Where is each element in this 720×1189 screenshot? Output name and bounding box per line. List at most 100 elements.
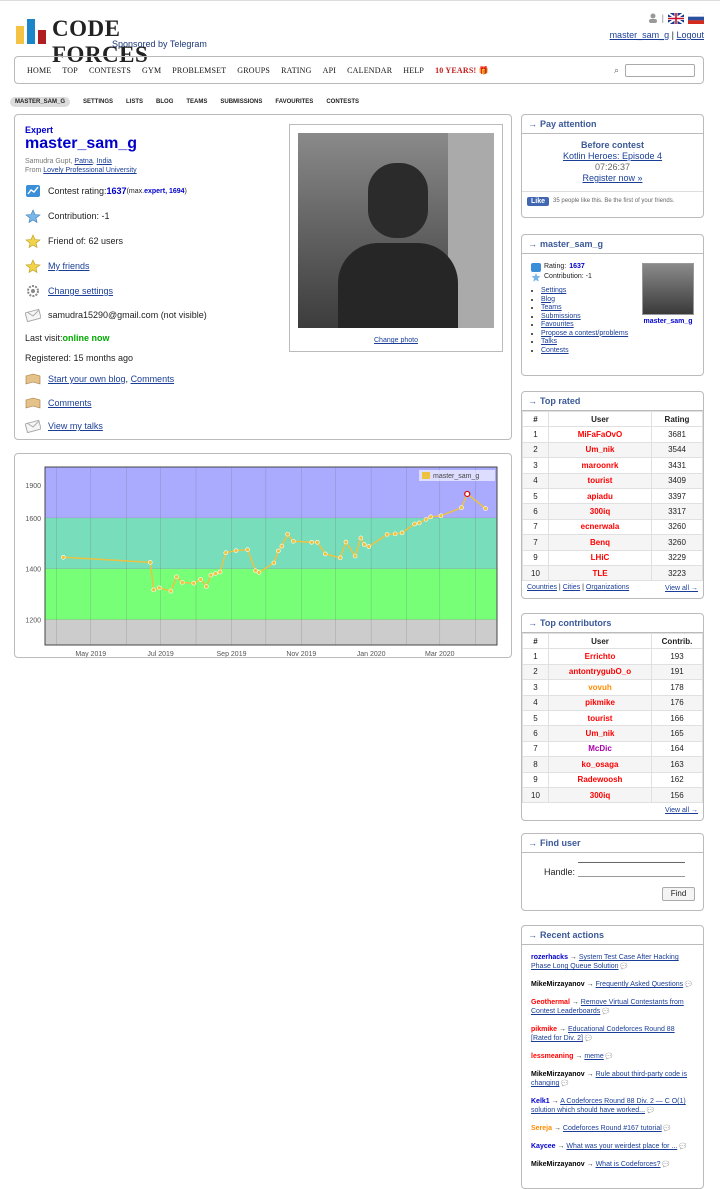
rating-chart[interactable]: 1200 1400 1600 1900 May 2019 Jul 2019 Sep 2019… [15,454,511,658]
top-contributors-view-all[interactable]: View all → [665,807,698,814]
find-button[interactable]: Find [662,887,695,901]
comments-bubble-icon[interactable]: 💬 [604,1054,612,1060]
user-link-talks[interactable]: Talks [541,338,557,345]
russian-flag-icon[interactable] [688,12,704,24]
menu-calendar[interactable]: CALENDAR [347,66,392,75]
user-link-settings[interactable]: Settings [541,287,566,294]
search-input[interactable]: ⌕ [614,64,695,77]
recent-action-post[interactable]: Frequently Asked Questions [596,981,684,988]
top-rated-user-link[interactable]: MiFaFaOvO [578,430,622,439]
top-contributors-user-link[interactable]: McDic [588,744,612,753]
recent-action-user[interactable]: MikeMirzayanov [531,981,585,988]
top-rated-user-link[interactable]: Um_nik [586,445,615,454]
tab-profile[interactable]: MASTER_SAM_G [10,97,71,107]
top-rated-user-link[interactable]: ecnerwala [581,522,620,531]
user-silhouette-icon[interactable] [648,13,658,23]
comments-bubble-icon[interactable]: 💬 [619,964,627,970]
top-rated-user-link[interactable]: 300iq [590,507,610,516]
codeforces-logo[interactable]: CODE FORCES Sponsored by Telegram [14,14,214,67]
header-username-link[interactable]: master_sam_g [610,30,670,40]
top-contributors-user-link[interactable]: antontrygubO_o [569,667,631,676]
recent-action-user[interactable]: pikmike [531,1026,557,1033]
recent-action-user[interactable]: Kelk1 [531,1098,550,1105]
city-link[interactable]: Patna [74,158,92,165]
comments-link-2[interactable]: Comments [48,398,92,408]
recent-action-user[interactable]: Geothermal [531,999,570,1006]
view-talks-link[interactable]: View my talks [48,421,103,431]
comments-bubble-icon[interactable]: 💬 [677,1144,686,1150]
top-rated-user-link[interactable]: TLE [592,569,607,578]
user-link-favourites[interactable]: Favourites [541,321,574,328]
user-link-propose[interactable]: Propose a contest/problems [541,330,628,337]
recent-action-post[interactable]: Codeforces Round #167 tutorial [563,1125,662,1132]
top-contributors-user-link[interactable]: pikmike [585,698,615,707]
recent-action-user[interactable]: MikeMirzayanov [531,1071,585,1078]
menu-api[interactable]: API [323,66,337,75]
fb-like-button[interactable]: Like [527,197,550,206]
top-rated-user-link[interactable]: apiadu [587,492,613,501]
recent-action-user[interactable]: Kaycee [531,1143,556,1150]
handle-input[interactable] [578,862,685,877]
contest-link[interactable]: Kotlin Heroes: Episode 4 [563,151,662,161]
menu-help[interactable]: HELP [403,66,424,75]
menu-home[interactable]: HOME [27,66,51,75]
top-rated-view-all[interactable]: View all → [665,585,698,592]
user-link-blog[interactable]: Blog [541,296,555,303]
top-contributors-user-link[interactable]: Radewoosh [578,775,623,784]
comments-bubble-icon[interactable]: 💬 [583,1036,592,1042]
menu-top[interactable]: TOP [62,66,78,75]
comments-bubble-icon[interactable]: 💬 [600,1009,609,1015]
cities-link[interactable]: Cities [563,584,581,591]
top-contributors-user-link[interactable]: 300iq [590,791,610,800]
change-settings-link[interactable]: Change settings [48,286,113,296]
comments-link[interactable]: Comments [131,374,175,384]
menu-10-years[interactable]: 10 YEARS! 🎁 [435,66,489,75]
comments-bubble-icon[interactable]: 💬 [661,1162,669,1168]
countries-link[interactable]: Countries [527,584,557,591]
country-link[interactable]: India [97,158,112,165]
change-photo-link[interactable]: Change photo [290,337,502,344]
recent-action-post[interactable]: What was your weirdest place for ... [566,1143,677,1150]
user-link-submissions[interactable]: Submissions [541,313,581,320]
recent-action-user[interactable]: Sereja [531,1125,552,1132]
menu-contests[interactable]: CONTESTS [89,66,131,75]
user-link-contests[interactable]: Contests [541,347,569,354]
tab-settings[interactable]: SETTINGS [83,99,113,105]
top-rated-user-link[interactable]: Benq [590,538,610,547]
tab-contests[interactable]: CONTESTS [326,99,359,105]
recent-action-user[interactable]: MikeMirzayanov [531,1161,585,1168]
top-contributors-user-link[interactable]: tourist [588,714,613,723]
top-rated-user-link[interactable]: maroonrk [582,461,619,470]
tab-lists[interactable]: LISTS [126,99,143,105]
organizations-link[interactable]: Organizations [586,584,629,591]
menu-gym[interactable]: GYM [142,66,161,75]
menu-groups[interactable]: GROUPS [237,66,270,75]
recent-action-user[interactable]: rozerhacks [531,954,568,961]
comments-bubble-icon[interactable]: 💬 [559,1081,568,1087]
comments-bubble-icon[interactable]: 💬 [662,1126,670,1132]
menu-problemset[interactable]: PROBLEMSET [172,66,226,75]
organization-link[interactable]: Lovely Professional University [43,167,136,174]
tab-teams[interactable]: TEAMS [186,99,207,105]
user-link-teams[interactable]: Teams [541,304,562,311]
tab-blog[interactable]: BLOG [156,99,173,105]
top-contributors-user-link[interactable]: Errichto [585,652,616,661]
english-flag-icon[interactable] [668,12,684,24]
comments-bubble-icon[interactable]: 💬 [645,1108,654,1114]
recent-action-post[interactable]: What is Codeforces? [596,1161,661,1168]
my-friends-link[interactable]: My friends [48,261,90,271]
tab-favourites[interactable]: FAVOURITES [275,99,313,105]
avatar-handle[interactable]: master_sam_g [636,318,700,325]
top-rated-user-link[interactable]: tourist [588,476,613,485]
recent-action-user[interactable]: lessmeaning [531,1053,573,1060]
user-avatar-small[interactable] [642,263,694,315]
comments-bubble-icon[interactable]: 💬 [683,982,692,988]
start-blog-link[interactable]: Start your own blog [48,374,126,384]
logout-link[interactable]: Logout [676,30,704,40]
top-contributors-user-link[interactable]: vovuh [588,683,612,692]
top-contributors-user-link[interactable]: Um_nik [586,729,615,738]
menu-rating[interactable]: RATING [281,66,312,75]
top-rated-user-link[interactable]: LHiC [591,553,610,562]
top-contributors-user-link[interactable]: ko_osaga [582,760,619,769]
recent-action-post[interactable]: meme [584,1053,603,1060]
